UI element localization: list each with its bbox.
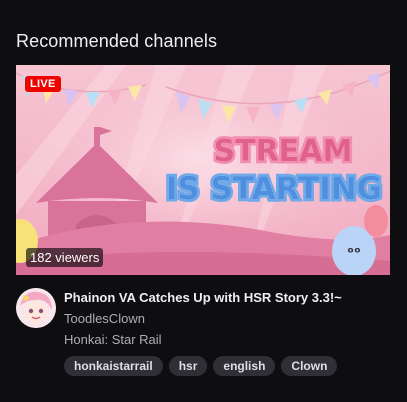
viewer-count: 182 viewers: [26, 248, 104, 267]
stream-meta: Phainon VA Catches Up with HSR Story 3.3…: [64, 288, 388, 376]
stream-thumbnail[interactable]: STREAM STREAM IS STARTING IS STARTING ᵒᵒ…: [16, 65, 390, 275]
tag-english[interactable]: english: [213, 356, 276, 376]
tag-honkaistarrail[interactable]: honkaistarrail: [64, 356, 163, 376]
thumbnail-artwork: STREAM STREAM IS STARTING IS STARTING ᵒᵒ: [16, 65, 390, 275]
tag-hsr[interactable]: hsr: [168, 356, 208, 376]
channel-avatar[interactable]: [16, 288, 56, 328]
tag-list: honkaistarrail hsr english Clown: [64, 356, 388, 376]
stream-title[interactable]: Phainon VA Catches Up with HSR Story 3.3…: [64, 289, 388, 307]
stream-info: Phainon VA Catches Up with HSR Story 3.3…: [16, 288, 390, 378]
live-badge: LIVE: [25, 76, 61, 92]
channel-name[interactable]: ToodlesClown: [64, 310, 388, 328]
tag-clown[interactable]: Clown: [281, 356, 338, 376]
avatar-icon: [16, 288, 56, 328]
svg-text:ᵒᵒ: ᵒᵒ: [347, 245, 361, 261]
thumbnail-text-2-fill: IS STARTING: [166, 171, 382, 207]
game-category[interactable]: Honkai: Star Rail: [64, 331, 388, 349]
channel-card[interactable]: STREAM STREAM IS STARTING IS STARTING ᵒᵒ…: [16, 65, 390, 378]
thumbnail-text-1-fill: STREAM: [214, 134, 353, 169]
section-title: Recommended channels: [16, 31, 218, 51]
